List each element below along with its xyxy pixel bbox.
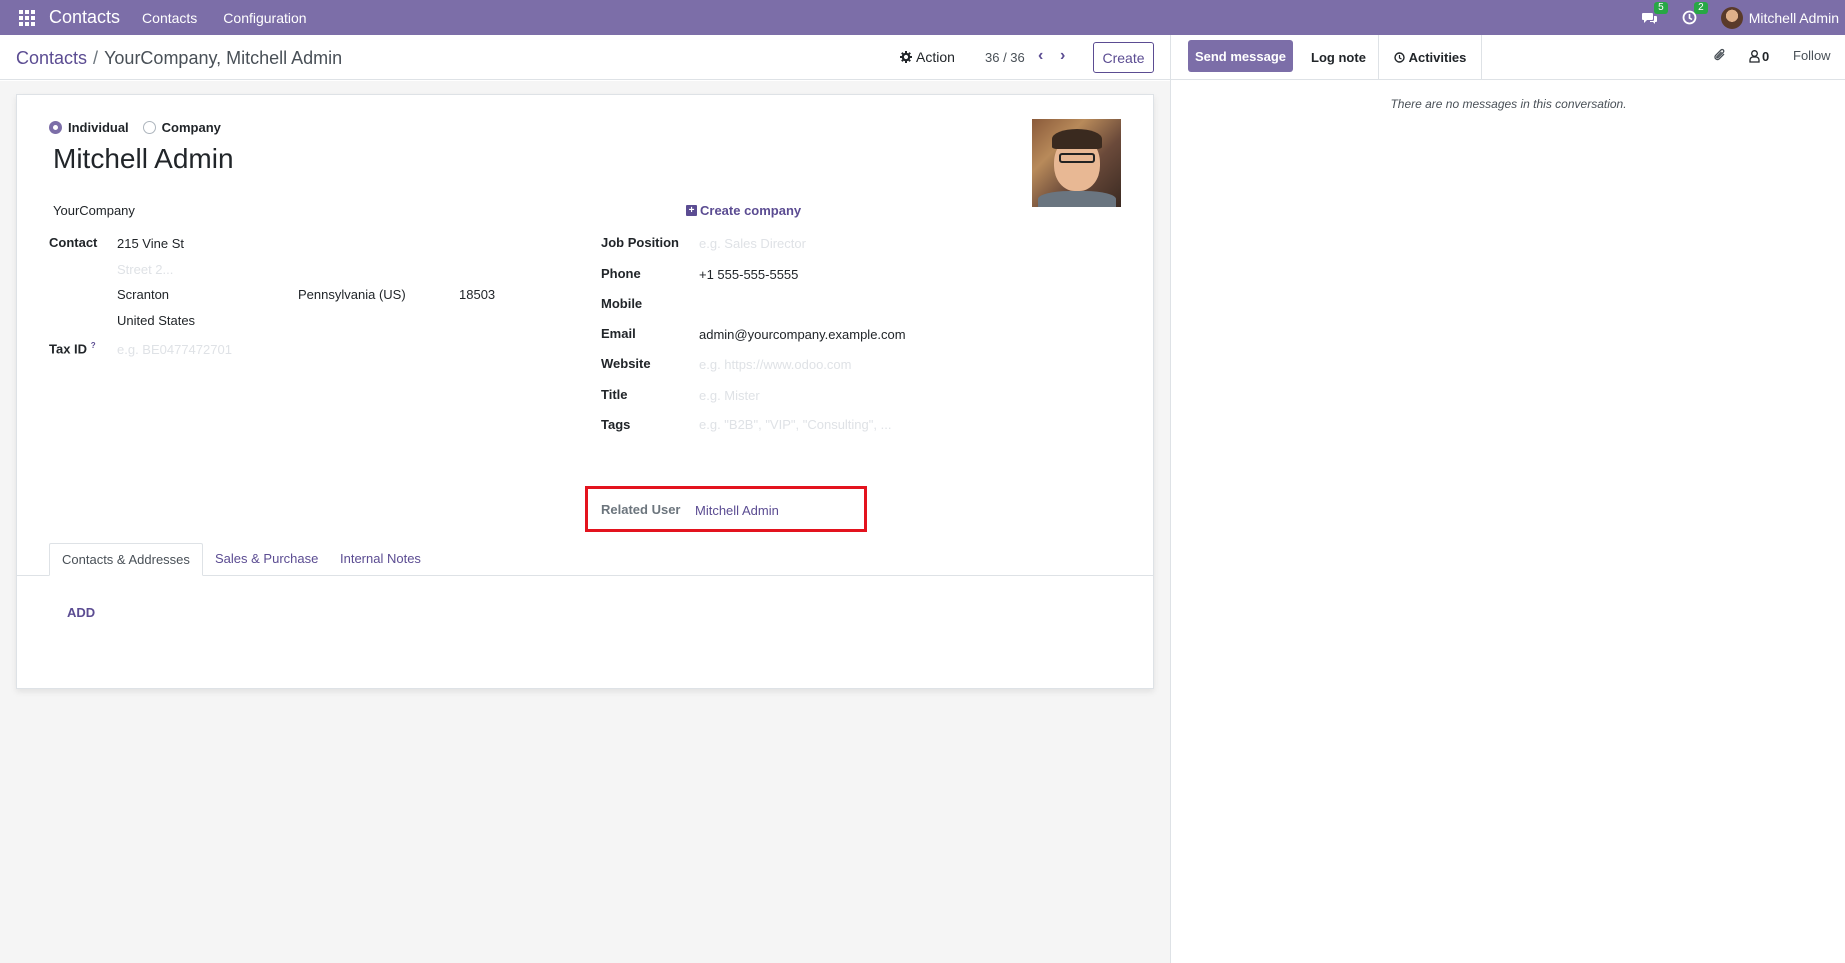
website-field[interactable]: e.g. https://www.odoo.com xyxy=(699,357,851,372)
chatter-panel: Send message Log note Activities 0 Follo… xyxy=(1170,35,1845,963)
title-label: Title xyxy=(601,387,628,402)
activities-label: Activities xyxy=(1408,50,1467,65)
create-company-label: Create company xyxy=(700,203,802,218)
related-user-label: Related User xyxy=(601,502,681,517)
clock-icon xyxy=(1393,52,1405,63)
chatter-topbar: Send message Log note Activities 0 Follo… xyxy=(1171,35,1845,80)
breadcrumb-separator: / xyxy=(93,48,99,68)
partner-name-field[interactable]: Mitchell Admin xyxy=(53,143,234,175)
company-radio[interactable] xyxy=(142,121,156,134)
gear-icon xyxy=(900,51,912,63)
tax-id-field[interactable]: e.g. BE0477472701 xyxy=(117,342,232,357)
job-position-field[interactable]: e.g. Sales Director xyxy=(699,236,806,251)
mobile-field[interactable] xyxy=(699,297,899,313)
street-field[interactable]: 215 Vine St xyxy=(117,236,184,251)
apps-menu-icon[interactable] xyxy=(15,6,39,30)
pager-value[interactable]: 36 / 36 xyxy=(985,50,1025,65)
messages-badge: 5 xyxy=(1654,1,1668,14)
country-field[interactable]: United States xyxy=(117,313,195,328)
partner-avatar-image[interactable] xyxy=(1032,119,1121,207)
email-label: Email xyxy=(601,326,636,341)
follow-button[interactable]: Follow xyxy=(1793,48,1831,63)
create-button[interactable]: Create xyxy=(1093,42,1154,73)
title-field[interactable]: e.g. Mister xyxy=(699,388,760,403)
app-brand[interactable]: Contacts xyxy=(49,7,120,28)
parent-company-field[interactable]: YourCompany xyxy=(53,203,135,218)
individual-radio[interactable] xyxy=(49,121,62,134)
company-type-radio: Individual Company xyxy=(49,120,229,135)
phone-field[interactable]: +1 555-555-5555 xyxy=(699,267,798,282)
notebook-tabs: Contacts & Addresses Sales & Purchase In… xyxy=(17,543,1153,576)
tab-contacts-addresses[interactable]: Contacts & Addresses xyxy=(49,543,203,576)
add-contact-button[interactable]: ADD xyxy=(67,605,95,620)
user-avatar[interactable] xyxy=(1720,6,1743,29)
followers-button[interactable]: 0 xyxy=(1749,49,1769,64)
email-field[interactable]: admin@yourcompany.example.com xyxy=(699,327,906,342)
no-messages-text: There are no messages in this conversati… xyxy=(1390,97,1627,111)
tab-sales-purchase[interactable]: Sales & Purchase xyxy=(203,543,330,576)
paperclip-icon[interactable] xyxy=(1713,47,1727,66)
website-label: Website xyxy=(601,356,651,371)
tags-field[interactable]: e.g. "B2B", "VIP", "Consulting", ... xyxy=(699,417,891,432)
tax-id-label: Tax ID ? xyxy=(49,341,96,357)
company-label[interactable]: Company xyxy=(162,120,221,135)
plus-square-icon: + xyxy=(686,205,697,216)
menu-contacts[interactable]: Contacts xyxy=(142,10,197,26)
messaging-icon[interactable]: 5 xyxy=(1641,1,1668,27)
breadcrumb-contacts[interactable]: Contacts xyxy=(16,48,87,68)
followers-count: 0 xyxy=(1762,49,1770,64)
related-user-field[interactable]: Mitchell Admin xyxy=(695,503,779,518)
phone-label: Phone xyxy=(601,266,641,281)
street2-field[interactable]: Street 2... xyxy=(117,262,173,277)
zip-field[interactable]: 18503 xyxy=(459,287,495,302)
breadcrumb: Contacts / YourCompany, Mitchell Admin xyxy=(16,48,342,69)
control-panel: Contacts / YourCompany, Mitchell Admin Act… xyxy=(0,35,1170,80)
pager-next-icon[interactable]: › xyxy=(1060,47,1065,65)
activities-clock-icon[interactable]: 2 xyxy=(1681,1,1708,27)
menu-configuration[interactable]: Configuration xyxy=(223,10,306,26)
activities-badge: 2 xyxy=(1694,1,1708,14)
activities-button[interactable]: Activities xyxy=(1379,35,1482,80)
log-note-button[interactable]: Log note xyxy=(1299,35,1379,80)
breadcrumb-current: YourCompany, Mitchell Admin xyxy=(104,48,343,68)
action-label: Action xyxy=(916,49,955,65)
tab-internal-notes[interactable]: Internal Notes xyxy=(328,543,433,576)
job-position-label: Job Position xyxy=(601,235,679,250)
action-button[interactable]: Action xyxy=(900,49,955,65)
send-message-button[interactable]: Send message xyxy=(1188,40,1293,72)
contact-label: Contact xyxy=(49,235,98,250)
top-navbar: Contacts Contacts Configuration 5 2 Mitc… xyxy=(0,0,1845,35)
create-company-link[interactable]: + Create company xyxy=(686,203,801,218)
tax-id-help-icon[interactable]: ? xyxy=(91,341,96,350)
city-field[interactable]: Scranton xyxy=(117,287,169,302)
form-sheet: Individual Company Mitchell Admin YourCo… xyxy=(16,94,1154,689)
user-icon xyxy=(1749,50,1760,63)
individual-label[interactable]: Individual xyxy=(68,120,129,135)
state-field[interactable]: Pennsylvania (US) xyxy=(298,287,406,302)
tags-label: Tags xyxy=(601,417,631,432)
pager-previous-icon[interactable]: ‹ xyxy=(1038,47,1043,65)
mobile-label: Mobile xyxy=(601,296,643,311)
user-menu[interactable]: Mitchell Admin xyxy=(1749,10,1839,26)
